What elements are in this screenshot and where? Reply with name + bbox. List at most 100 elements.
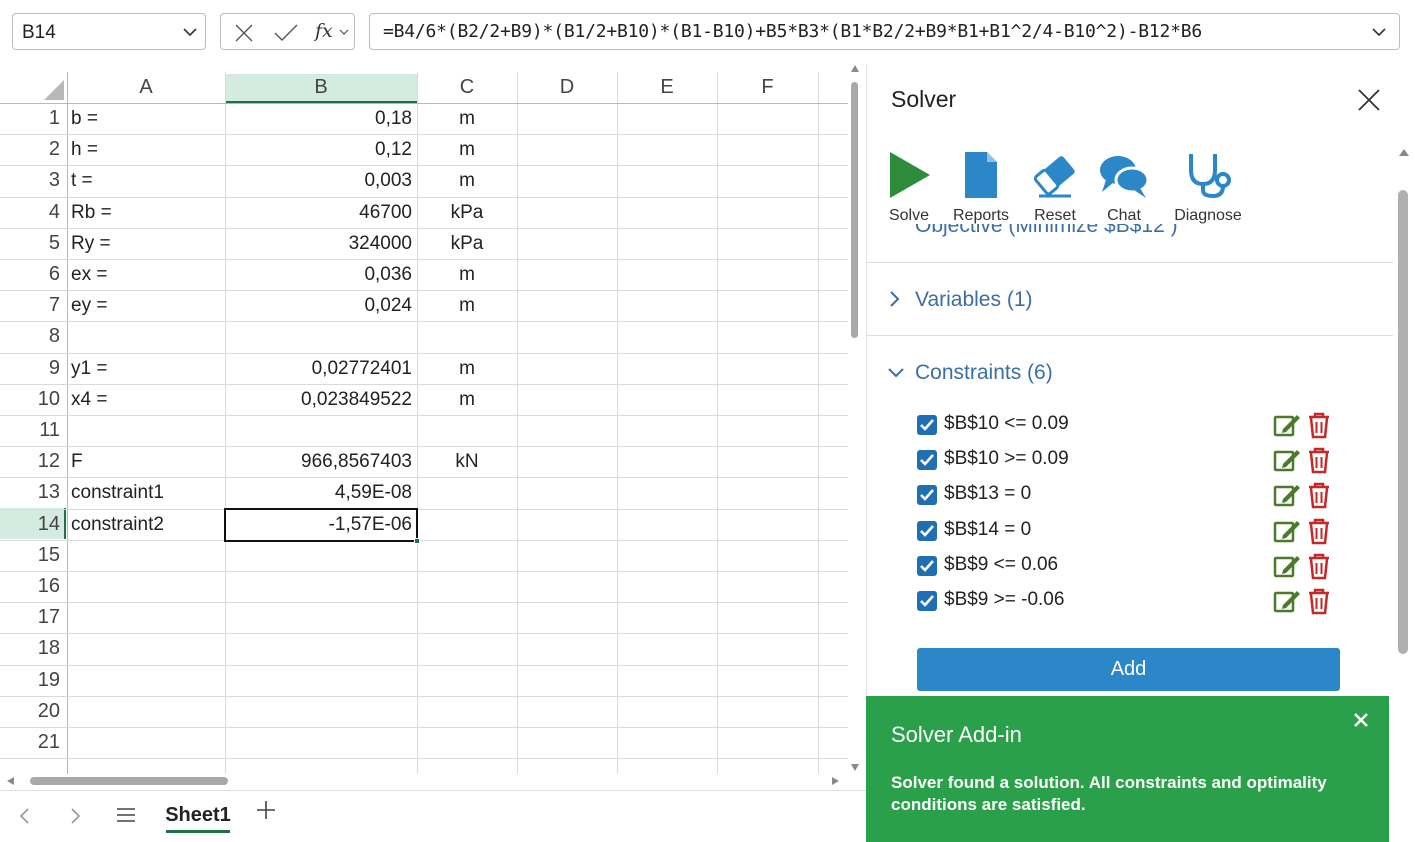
row-header[interactable]: 18 — [0, 633, 66, 664]
cell-c8[interactable] — [417, 321, 517, 352]
cell-a10[interactable]: x4 = — [71, 384, 107, 415]
cell-c10[interactable]: m — [417, 384, 517, 415]
cell-b11[interactable] — [226, 415, 412, 446]
row-header[interactable]: 16 — [0, 571, 66, 602]
edit-icon[interactable] — [1273, 553, 1301, 584]
edit-icon[interactable] — [1273, 482, 1301, 513]
row-header[interactable]: 11 — [0, 415, 66, 446]
tab-sheet1[interactable]: Sheet1 — [160, 801, 236, 837]
row-header[interactable]: 4 — [0, 197, 66, 228]
cell-a2[interactable]: h = — [71, 134, 98, 165]
row-header[interactable]: 8 — [0, 321, 66, 352]
vertical-scroll-thumb[interactable] — [851, 82, 858, 338]
cell-b9[interactable]: 0,02772401 — [226, 353, 412, 384]
reset-button[interactable]: Reset — [1027, 150, 1083, 225]
row-header[interactable]: 2 — [0, 134, 66, 165]
row-header[interactable]: 14 — [0, 509, 66, 540]
cell-a3[interactable]: t = — [71, 165, 93, 196]
cell-c7[interactable]: m — [417, 290, 517, 321]
delete-icon[interactable] — [1307, 411, 1331, 444]
cell-b10[interactable]: 0,023849522 — [226, 384, 412, 415]
column-header-c[interactable]: C — [417, 72, 517, 103]
cell-c9[interactable]: m — [417, 353, 517, 384]
cell-b4[interactable]: 46700 — [226, 197, 412, 228]
column-header-f[interactable]: F — [717, 72, 818, 103]
edit-icon[interactable] — [1273, 588, 1301, 619]
cell-a13[interactable]: constraint1 — [71, 477, 164, 508]
select-all-corner-icon[interactable] — [44, 80, 64, 100]
row-header[interactable]: 3 — [0, 165, 66, 196]
delete-icon[interactable] — [1307, 446, 1331, 479]
delete-icon[interactable] — [1307, 517, 1331, 550]
cell-c1[interactable]: m — [417, 103, 517, 134]
cell-c4[interactable]: kPa — [417, 197, 517, 228]
cell-b6[interactable]: 0,036 — [226, 259, 412, 290]
constraint-checkbox[interactable] — [917, 591, 937, 611]
column-header-b[interactable]: B — [225, 72, 417, 103]
row-header[interactable]: 5 — [0, 228, 66, 259]
cell-a9[interactable]: y1 = — [71, 353, 107, 384]
cell-b2[interactable]: 0,12 — [226, 134, 412, 165]
cell-c11[interactable] — [417, 415, 517, 446]
cell-a7[interactable]: ey = — [71, 290, 107, 321]
pane-scroll-thumb[interactable] — [1398, 190, 1408, 654]
row-header[interactable]: 7 — [0, 290, 66, 321]
add-sheet-icon[interactable] — [255, 799, 277, 821]
constraints-section-header[interactable]: Constraints (6) — [915, 361, 1053, 385]
cell-a1[interactable]: b = — [71, 103, 98, 134]
column-header-a[interactable]: A — [67, 72, 225, 103]
vertical-scrollbar[interactable] — [848, 64, 862, 774]
cell-c12[interactable]: kN — [417, 446, 517, 477]
horizontal-scrollbar[interactable] — [0, 774, 848, 788]
enter-check-icon[interactable] — [273, 22, 299, 44]
cell-c2[interactable]: m — [417, 134, 517, 165]
cancel-icon[interactable] — [233, 22, 255, 44]
delete-icon[interactable] — [1307, 587, 1331, 620]
cell-c14[interactable] — [417, 509, 517, 540]
chevron-down-icon[interactable] — [339, 28, 349, 36]
row-header[interactable]: 10 — [0, 384, 66, 415]
constraint-checkbox[interactable] — [917, 556, 937, 576]
function-icon[interactable]: fx — [315, 20, 333, 42]
pane-scrollbar[interactable] — [1393, 140, 1415, 842]
constraint-checkbox[interactable] — [917, 521, 937, 541]
close-icon[interactable] — [1357, 88, 1381, 112]
column-header-d[interactable]: D — [517, 72, 617, 103]
cell-c3[interactable]: m — [417, 165, 517, 196]
chevron-right-icon[interactable] — [887, 290, 901, 308]
row-header[interactable]: 13 — [0, 477, 66, 508]
edit-icon[interactable] — [1273, 518, 1301, 549]
cell-c5[interactable]: kPa — [417, 228, 517, 259]
cell-a4[interactable]: Rb = — [71, 197, 112, 228]
previous-sheet-icon[interactable] — [18, 807, 32, 825]
cell-a12[interactable]: F — [71, 446, 83, 477]
delete-icon[interactable] — [1307, 552, 1331, 585]
cell-b8[interactable] — [226, 321, 412, 352]
next-sheet-icon[interactable] — [68, 807, 82, 825]
scroll-up-icon[interactable] — [1398, 148, 1410, 158]
cell-c13[interactable] — [417, 477, 517, 508]
reports-button[interactable]: Reports — [947, 150, 1015, 225]
column-header-e[interactable]: E — [617, 72, 717, 103]
row-header[interactable]: 6 — [0, 259, 66, 290]
cell-a6[interactable]: ex = — [71, 259, 107, 290]
chat-button[interactable]: Chat — [1095, 150, 1153, 225]
edit-icon[interactable] — [1273, 447, 1301, 478]
row-header[interactable]: 1 — [0, 103, 66, 134]
row-header[interactable]: 20 — [0, 696, 66, 727]
scroll-up-icon[interactable] — [850, 64, 860, 74]
spreadsheet-grid[interactable]: ABCDEF 1 2 3 4 5 6 7 8 9 10 11 12 13 14 15 16 17 18 19 20 21… — [0, 72, 848, 774]
solve-button[interactable]: Solve — [885, 150, 933, 225]
expand-formula-icon[interactable] — [1371, 26, 1387, 38]
scroll-down-icon[interactable] — [850, 762, 860, 772]
sheet-list-icon[interactable] — [116, 807, 136, 823]
row-header[interactable]: 21 — [0, 727, 66, 758]
row-header[interactable]: 17 — [0, 602, 66, 633]
name-box[interactable]: B14 — [12, 13, 206, 50]
row-header[interactable]: 19 — [0, 665, 66, 696]
row-header[interactable]: 9 — [0, 353, 66, 384]
cell-b3[interactable]: 0,003 — [226, 165, 412, 196]
formula-input[interactable]: =B4/6*(B2/2+B9)*(B1/2+B10)*(B1-B10)+B5*B… — [369, 13, 1400, 50]
cell-a5[interactable]: Ry = — [71, 228, 111, 259]
constraint-checkbox[interactable] — [917, 415, 937, 435]
